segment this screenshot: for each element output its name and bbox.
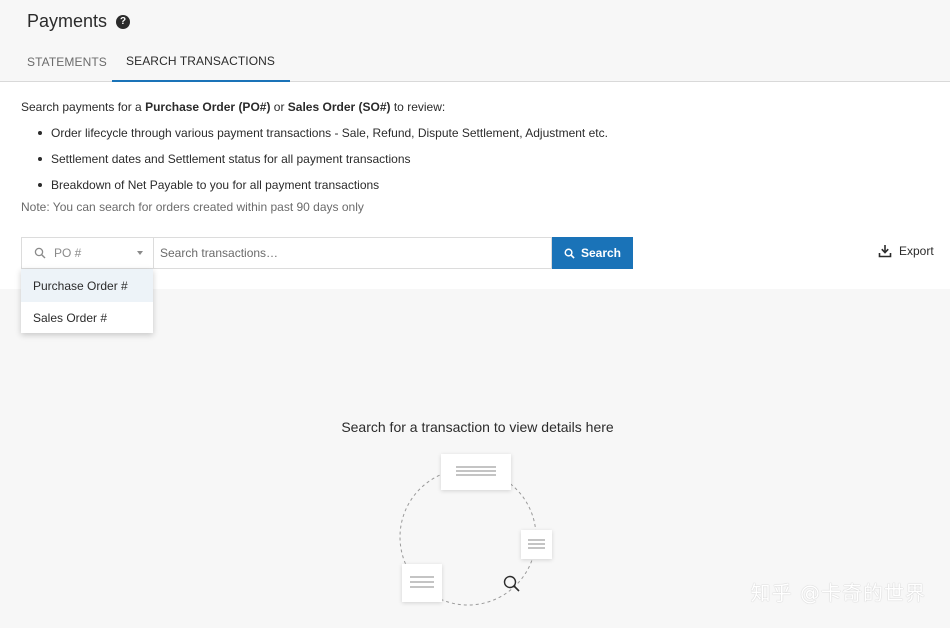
page-title: Payments — [27, 11, 108, 31]
document-card-icon — [402, 564, 442, 602]
list-item: Settlement dates and Settlement status f… — [38, 151, 921, 177]
lines-icon — [410, 576, 434, 588]
document-card-icon — [441, 454, 511, 490]
intro-so: Sales Order (SO#) — [287, 100, 391, 114]
search-icon — [564, 248, 575, 259]
search-type-dropdown: Purchase Order # Sales Order # — [21, 269, 153, 333]
tab-search-transactions[interactable]: SEARCH TRANSACTIONS — [112, 42, 291, 82]
search-icon — [34, 247, 46, 259]
download-icon — [878, 245, 892, 258]
export-label: Export — [899, 244, 934, 258]
tab-statements[interactable]: STATEMENTS — [0, 42, 112, 82]
search-type-value: PO # — [54, 246, 82, 260]
intro-po: Purchase Order (PO#) — [145, 100, 271, 114]
search-button-label: Search — [580, 246, 622, 260]
search-type-select[interactable]: PO # — [21, 237, 153, 269]
benefit-list: Order lifecycle through various payment … — [21, 125, 921, 203]
intro-or: or — [270, 100, 288, 114]
list-item: Breakdown of Net Payable to you for all … — [38, 177, 921, 203]
search-input[interactable] — [153, 237, 552, 269]
lines-icon — [456, 466, 496, 476]
list-item: Order lifecycle through various payment … — [38, 125, 921, 151]
intro-prefix: Search payments for a — [21, 100, 146, 114]
tab-bar: STATEMENTS SEARCH TRANSACTIONS — [0, 42, 291, 82]
search-instructions: Search payments for a Purchase Order (PO… — [21, 99, 921, 215]
search-bar: PO # Search — [21, 237, 633, 269]
option-purchase-order[interactable]: Purchase Order # — [21, 269, 153, 302]
intro-text: Search payments for a Purchase Order (PO… — [21, 99, 921, 115]
magnifier-icon — [503, 575, 520, 592]
intro-suffix: to review: — [390, 100, 446, 114]
document-card-icon — [521, 530, 552, 559]
title-row: Payments ? — [27, 11, 131, 32]
watermark: 知乎 @卡奇的世界 — [750, 581, 926, 605]
page-header: Payments ? STATEMENTS SEARCH TRANSACTION… — [0, 0, 950, 82]
chevron-down-icon — [137, 251, 143, 255]
option-sales-order[interactable]: Sales Order # — [21, 302, 153, 333]
search-button[interactable]: Search — [552, 237, 633, 269]
lines-icon — [528, 539, 545, 549]
help-icon[interactable]: ? — [116, 14, 131, 29]
empty-state-message: Search for a transaction to view details… — [341, 419, 614, 435]
export-button[interactable]: Export — [878, 244, 934, 258]
